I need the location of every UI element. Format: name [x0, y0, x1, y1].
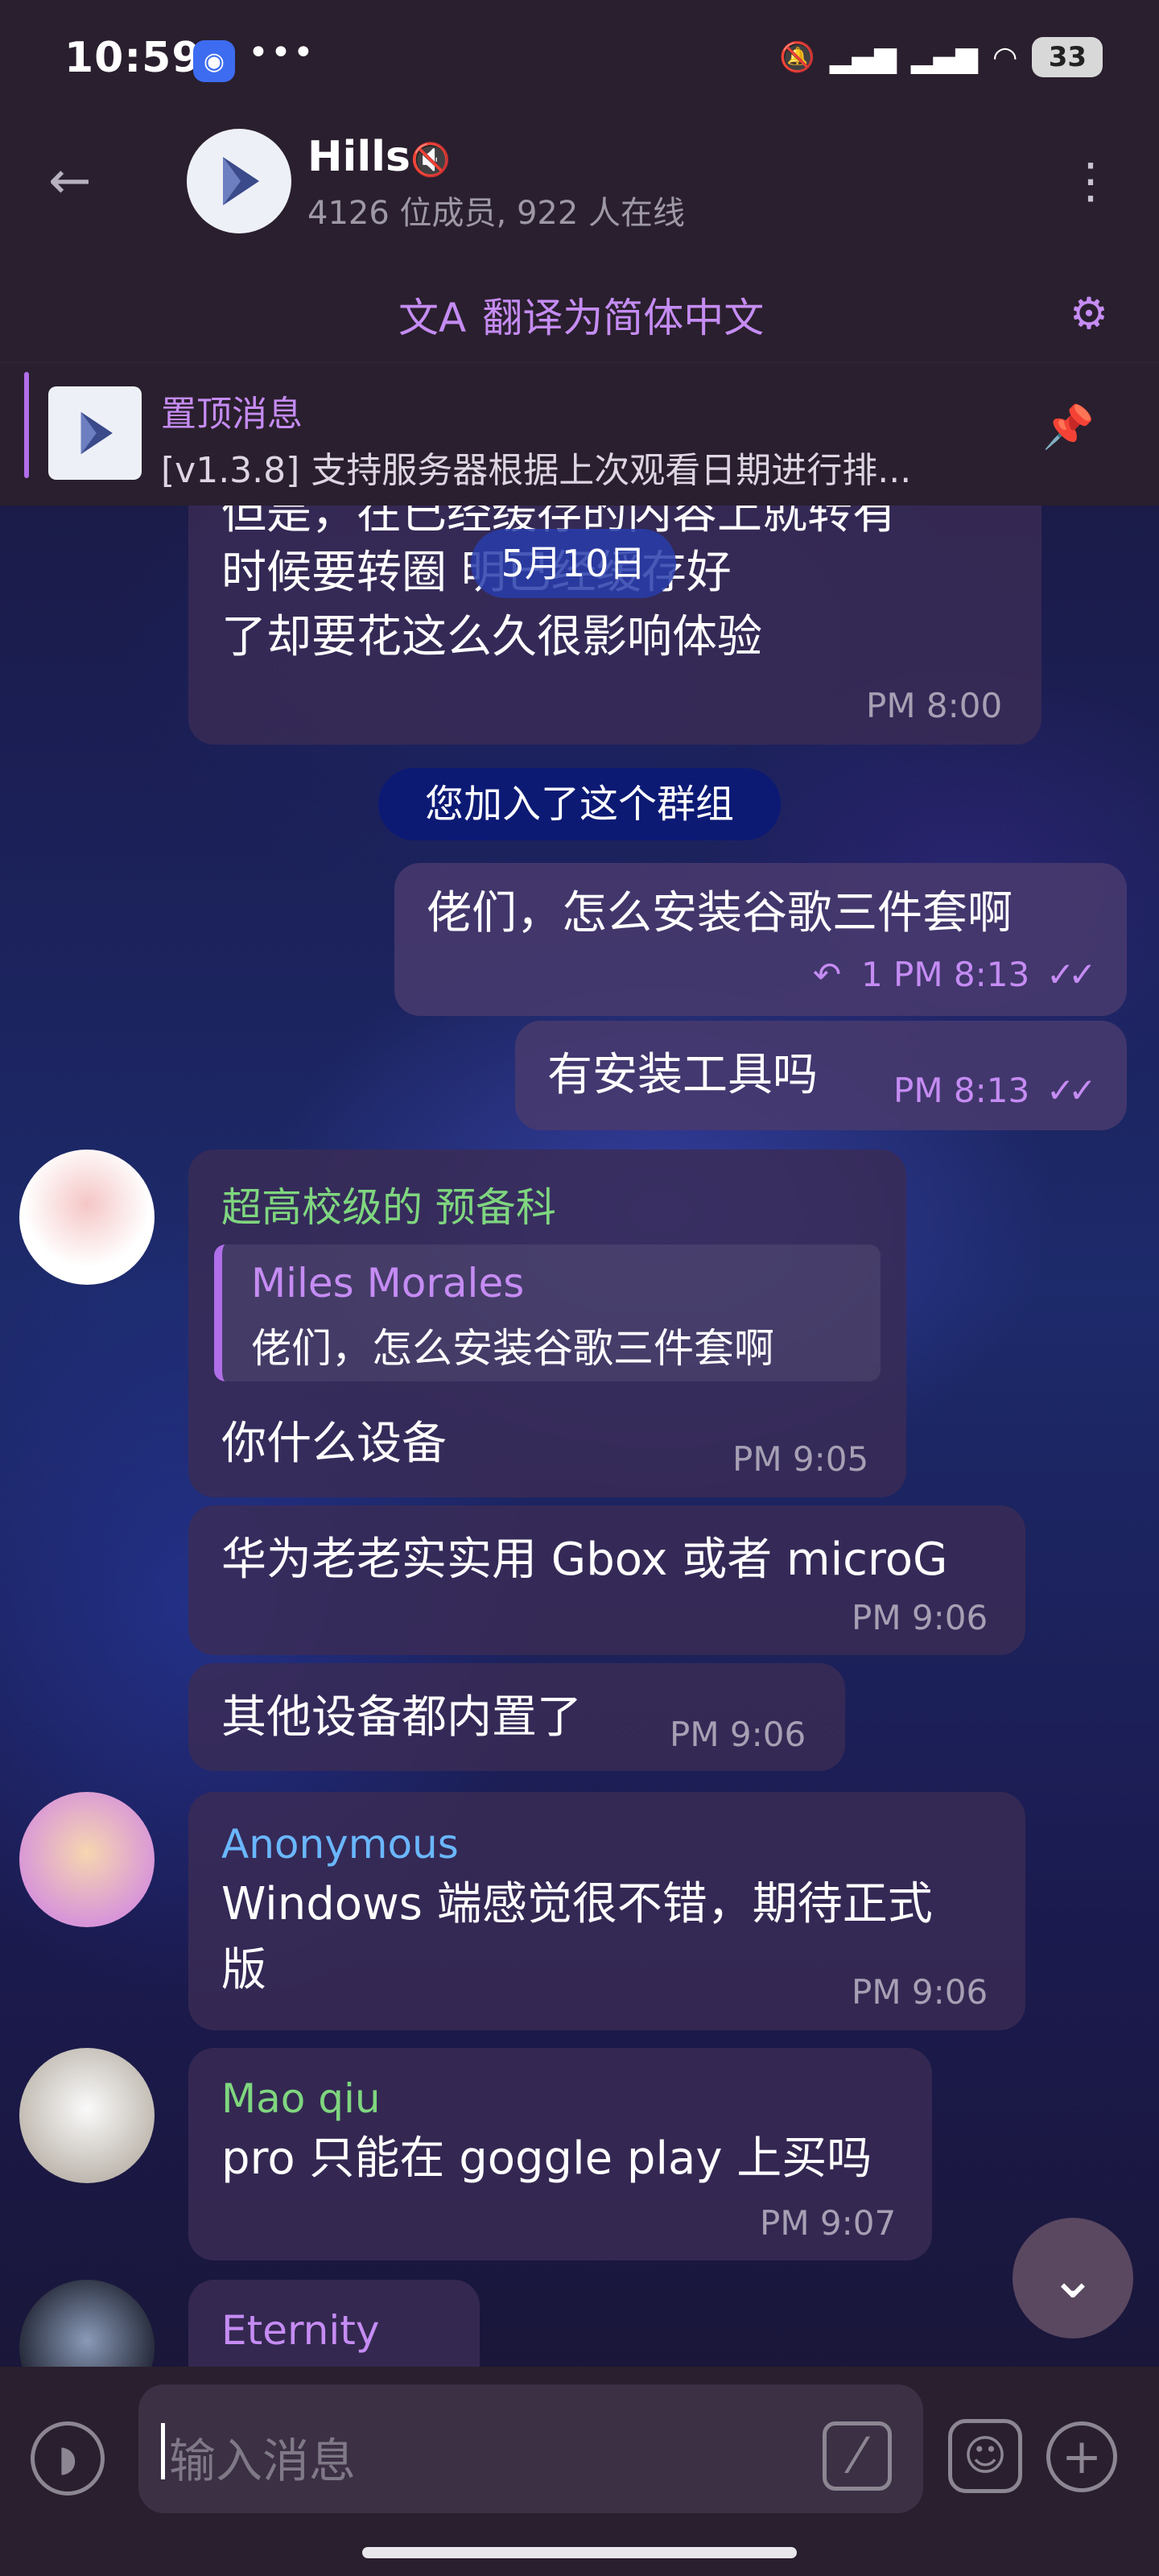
status-icons: 🔕 ▂▄▆ ▂▄▆ ◠ 33	[779, 37, 1103, 77]
wifi-icon: ◠	[992, 40, 1018, 74]
avatar-user-3[interactable]	[19, 2048, 155, 2183]
attach-plus-icon[interactable]: +	[1046, 2421, 1117, 2492]
command-slash-icon[interactable]: ⁄	[823, 2421, 892, 2491]
voice-input-icon[interactable]: ◗	[31, 2421, 105, 2496]
avatar-user-1[interactable]	[19, 1150, 155, 1285]
sender-name[interactable]: Anonymous	[221, 1821, 459, 1868]
sender-name[interactable]: Mao qiu	[221, 2075, 381, 2122]
pinned-thumbnail	[48, 386, 142, 480]
message-time: PM 8:00	[866, 686, 1003, 725]
pin-list-icon[interactable]: 📌	[1042, 402, 1095, 452]
message-text: pro 只能在 goggle play 上买吗	[221, 2132, 872, 2185]
play-logo-icon	[223, 157, 259, 205]
group-avatar[interactable]	[187, 129, 291, 233]
message-time: PM 9:06	[670, 1715, 806, 1754]
message-text: 了却要花这么久很影响体验	[221, 611, 762, 663]
translate-button[interactable]: 文A 翻译为简体中文	[398, 286, 764, 344]
translate-icon: 文A	[398, 295, 467, 341]
message-text: 版	[221, 1944, 266, 1996]
scroll-to-bottom-button[interactable]: ⌄	[1013, 2218, 1133, 2339]
mute-bell-icon: 🔕	[779, 41, 815, 74]
reply-text: 佬们，怎么安装谷歌三件套啊	[251, 1325, 774, 1372]
app-notification-icon: ◉	[193, 40, 235, 82]
message-text: 你什么设备	[221, 1418, 447, 1470]
pinned-indicator	[24, 372, 29, 478]
signal-icon: ▂▄▆	[829, 40, 897, 74]
translate-settings-icon[interactable]: ⚙	[1061, 286, 1117, 342]
text-cursor	[161, 2423, 165, 2479]
translate-label: 翻译为简体中文	[482, 295, 765, 341]
reply-count: 1	[861, 955, 883, 994]
message-time: PM 9:05	[732, 1439, 869, 1479]
sender-name[interactable]: 超高校级的 预备科	[221, 1175, 556, 1233]
status-overflow-dots: •••	[248, 32, 316, 73]
message-text: 佬们，怎么安装谷歌三件套啊	[427, 887, 1013, 939]
read-ticks-icon: ✓✓	[1046, 955, 1096, 994]
pinned-title: 置顶消息	[161, 394, 303, 435]
pinned-text: [v1.3.8] 支持服务器根据上次观看日期进行排...	[161, 450, 912, 491]
date-chip: 5月10日	[471, 529, 676, 598]
signal-icon-2: ▂▄▆	[910, 40, 978, 74]
message-time: PM 8:13	[893, 1071, 1030, 1110]
message-text: 有安装工具吗	[547, 1049, 818, 1101]
message-text: Windows 端感觉很不错，期待正式	[221, 1878, 933, 1930]
message-placeholder: 输入消息	[169, 2434, 357, 2488]
sticker-icon[interactable]: ☺	[948, 2419, 1022, 2493]
service-message: 您加入了这个群组	[378, 768, 781, 840]
message-time: PM 8:13	[893, 955, 1030, 994]
play-logo-icon	[80, 411, 113, 455]
group-member-count: 4126 位成员, 922 人在线	[307, 195, 686, 232]
status-time: 10:59	[64, 34, 202, 82]
read-ticks-icon: ✓✓	[1046, 1071, 1096, 1110]
sender-name[interactable]: Eternity	[221, 2307, 379, 2354]
reply-author: Miles Morales	[251, 1260, 525, 1307]
reply-arrow-icon[interactable]: ↶	[813, 955, 841, 994]
message-time: PM 9:06	[852, 1598, 988, 1637]
message-text: 华为老老实实用 Gbox 或者 microG	[221, 1534, 948, 1586]
muted-icon: 🔇	[410, 142, 451, 179]
group-title[interactable]: Hills	[307, 133, 410, 181]
avatar-user-2[interactable]	[19, 1792, 155, 1927]
home-indicator[interactable]	[362, 2547, 797, 2558]
message-time: PM 9:06	[852, 1972, 988, 2012]
message-time: PM 9:07	[760, 2203, 897, 2243]
message-text: 其他设备都内置了	[221, 1691, 582, 1744]
battery-icon: 33	[1032, 37, 1103, 77]
more-options-icon[interactable]: ⋮	[1066, 149, 1115, 213]
back-arrow-icon[interactable]: ←	[48, 149, 113, 213]
